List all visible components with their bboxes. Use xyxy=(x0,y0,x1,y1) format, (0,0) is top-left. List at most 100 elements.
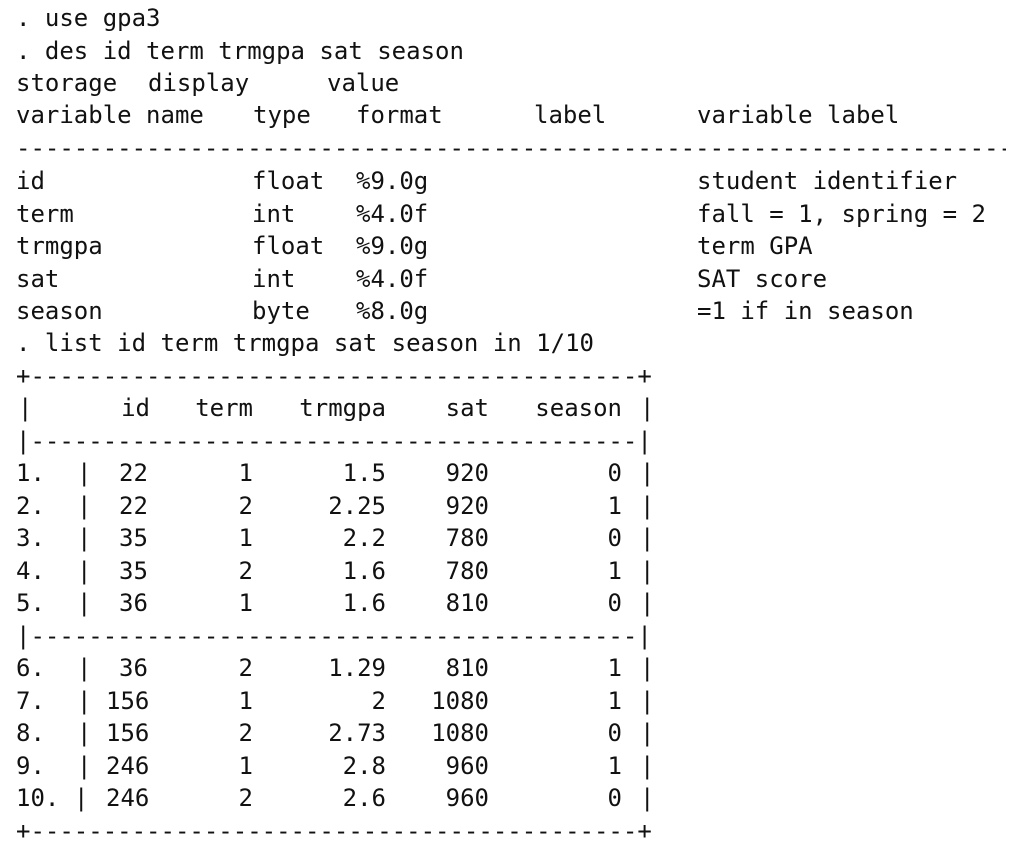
list-row-right-bar: | xyxy=(640,784,655,812)
list-row-left-bar: | xyxy=(77,654,92,682)
list-cell-sat: 810 xyxy=(445,589,489,617)
list-cell-sat: 780 xyxy=(445,524,489,552)
variable-name: id xyxy=(16,167,45,195)
list-row-right-bar: | xyxy=(640,719,655,747)
variable-label: SAT score xyxy=(697,264,828,293)
list-row-number: 7. xyxy=(16,686,45,715)
list-cell-season: 1 xyxy=(607,751,622,780)
list-row-left-bar: | xyxy=(77,491,92,520)
list-cell-term: 2 xyxy=(238,654,253,682)
list-border-top: +---------------------------------------… xyxy=(16,362,652,390)
command-use: . use gpa3 xyxy=(16,4,161,32)
list-cell-season: 0 xyxy=(607,524,622,552)
list-cell-season: 0 xyxy=(607,719,622,747)
list-cell-season: 1 xyxy=(607,686,622,715)
list-cell-sat: 960 xyxy=(445,784,489,812)
list-cell-sat: 1080 xyxy=(431,719,489,747)
list-row-right-bar: | xyxy=(640,751,655,780)
describe-header-variable-label: variable label xyxy=(697,101,900,129)
variable-format: %4.0f xyxy=(356,264,429,293)
list-row-right-bar: | xyxy=(640,491,655,520)
list-cell-season: 1 xyxy=(607,491,622,520)
list-cell-season: 0 xyxy=(607,459,622,487)
variable-format: %4.0f xyxy=(356,199,429,228)
describe-header-storage: storage xyxy=(16,69,118,97)
list-row-right-bar: | xyxy=(640,589,655,617)
describe-header-label: label xyxy=(534,101,607,129)
list-cell-term: 1 xyxy=(238,524,253,552)
list-row-number: 6. xyxy=(16,654,45,682)
list-divider: |---------------------------------------… xyxy=(16,621,652,650)
list-header-term: term xyxy=(195,394,253,422)
list-row-left-bar: | xyxy=(74,784,89,812)
variable-label: student identifier xyxy=(697,167,958,195)
list-divider: |---------------------------------------… xyxy=(16,427,652,455)
variable-name: season xyxy=(16,297,103,325)
variable-label: term GPA xyxy=(697,232,813,260)
command-list: . list id term trmgpa sat season in 1/10 xyxy=(16,329,594,357)
variable-format: %8.0g xyxy=(356,297,429,325)
list-row-right-bar: | xyxy=(640,524,655,552)
list-row-number: 8. xyxy=(16,719,45,747)
list-row-left-bar: | xyxy=(77,556,92,585)
list-cell-term: 2 xyxy=(238,556,253,585)
list-border-bottom: +---------------------------------------… xyxy=(16,816,652,845)
command-describe: . des id term trmgpa sat season xyxy=(16,37,464,65)
list-cell-term: 1 xyxy=(238,459,253,487)
variable-type: float xyxy=(252,232,325,260)
describe-header-display: display xyxy=(148,69,250,97)
list-row-right-bar: | xyxy=(640,459,655,487)
list-cell-season: 0 xyxy=(607,784,622,812)
list-row-left-bar: | xyxy=(77,751,92,780)
list-row-number: 4. xyxy=(16,556,45,585)
list-row-left-bar: | xyxy=(77,459,92,487)
list-row-number: 10. xyxy=(16,784,60,812)
variable-name: trmgpa xyxy=(16,232,103,260)
list-cell-term: 2 xyxy=(238,784,253,812)
list-cell-season: 1 xyxy=(607,556,622,585)
list-cell-term: 1 xyxy=(238,589,253,617)
variable-type: int xyxy=(252,264,296,293)
variable-name: term xyxy=(16,199,74,228)
describe-rule: ----------------------------------------… xyxy=(16,134,1006,162)
list-header-season: season xyxy=(535,394,622,422)
list-cell-season: 0 xyxy=(607,589,622,617)
list-cell-sat: 920 xyxy=(445,491,489,520)
list-row-right-bar: | xyxy=(640,686,655,715)
list-row-number: 2. xyxy=(16,491,45,520)
list-header-sat: sat xyxy=(445,394,489,422)
variable-label: =1 if in season xyxy=(697,297,914,325)
describe-header-value: value xyxy=(327,69,400,97)
variable-name: sat xyxy=(16,264,60,293)
list-cell-season: 1 xyxy=(607,654,622,682)
variable-type: int xyxy=(252,199,296,228)
list-row-number: 5. xyxy=(16,589,45,617)
describe-header-format: format xyxy=(356,101,443,129)
list-cell-sat: 780 xyxy=(445,556,489,585)
list-row-right-bar: | xyxy=(640,654,655,682)
list-cell-term: 2 xyxy=(238,719,253,747)
list-row-right-bar: | xyxy=(640,556,655,585)
list-row-number: 3. xyxy=(16,524,45,552)
list-row-left-bar: | xyxy=(77,686,92,715)
list-cell-sat: 810 xyxy=(445,654,489,682)
list-row-left-bar: | xyxy=(77,524,92,552)
variable-label: fall = 1, spring = 2 xyxy=(697,199,986,228)
variable-format: %9.0g xyxy=(356,167,429,195)
list-cell-term: 2 xyxy=(238,491,253,520)
variable-type: byte xyxy=(252,297,310,325)
list-header-right-bar: | xyxy=(640,394,655,422)
describe-header-variable-name: variable name xyxy=(16,101,204,129)
list-cell-sat: 960 xyxy=(445,751,489,780)
variable-format: %9.0g xyxy=(356,232,429,260)
describe-header-type: type xyxy=(253,101,311,129)
list-cell-term: 1 xyxy=(238,686,253,715)
list-row-number: 9. xyxy=(16,751,45,780)
list-cell-sat: 1080 xyxy=(431,686,489,715)
list-cell-term: 1 xyxy=(238,751,253,780)
list-row-number: 1. xyxy=(16,459,45,487)
list-cell-sat: 920 xyxy=(445,459,489,487)
list-row-left-bar: | xyxy=(77,589,92,617)
variable-type: float xyxy=(252,167,325,195)
list-row-left-bar: | xyxy=(77,719,92,747)
